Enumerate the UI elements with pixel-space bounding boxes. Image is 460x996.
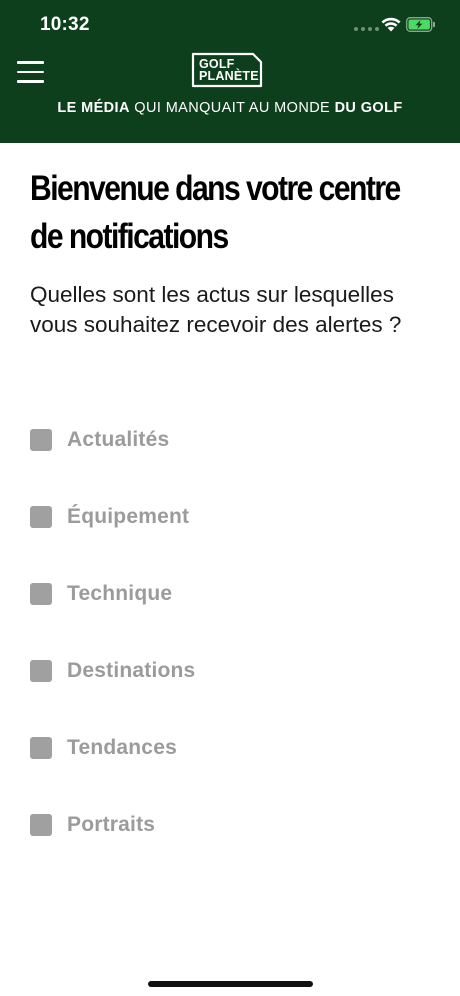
battery-charging-icon	[406, 17, 435, 32]
topic-label: Tendances	[67, 736, 177, 759]
checkbox[interactable]	[30, 583, 52, 605]
topic-item-technique[interactable]: Technique	[30, 574, 195, 614]
checkbox[interactable]	[30, 814, 52, 836]
page-title: Bienvenue dans votre centre de notificat…	[30, 169, 401, 256]
topic-item-portraits[interactable]: Portraits	[30, 805, 195, 845]
checkbox[interactable]	[30, 506, 52, 528]
wifi-icon	[381, 17, 401, 32]
status-bar: 10:32	[0, 0, 460, 48]
topic-label: Équipement	[67, 505, 190, 528]
tagline-middle: QUI MANQUAIT AU MONDE	[129, 100, 335, 116]
topic-item-equipement[interactable]: Équipement	[30, 497, 195, 537]
home-indicator	[148, 981, 313, 987]
checkbox[interactable]	[30, 660, 52, 682]
checkbox[interactable]	[30, 737, 52, 759]
topic-item-actualites[interactable]: Actualités	[30, 420, 195, 460]
golf-planete-logo[interactable]: GOLF PLANÈTE	[191, 52, 269, 88]
status-time: 10:32	[40, 14, 90, 35]
topic-label: Actualités	[67, 428, 170, 451]
topic-item-destinations[interactable]: Destinations	[30, 651, 195, 691]
topic-list: Actualités Équipement Technique Destinat…	[30, 420, 195, 882]
topic-label: Destinations	[67, 659, 196, 682]
topic-label: Technique	[67, 582, 173, 605]
logo-text-planete: PLANÈTE	[199, 69, 259, 83]
topic-item-tendances[interactable]: Tendances	[30, 728, 195, 768]
hamburger-menu-icon[interactable]	[17, 61, 44, 83]
tagline: LE MÉDIA QUI MANQUAIT AU MONDE DU GOLF	[0, 100, 460, 116]
main-content: Bienvenue dans votre centre de notificat…	[30, 143, 440, 340]
cellular-signal-icon	[354, 27, 379, 31]
tagline-bold-end: DU GOLF	[334, 100, 403, 116]
tagline-bold-start: LE MÉDIA	[57, 100, 130, 116]
app-header: GOLF PLANÈTE LE MÉDIA QUI MANQUAIT AU MO…	[0, 48, 460, 143]
topic-label: Portraits	[67, 813, 156, 836]
page-subtitle: Quelles sont les actus sur lesquelles vo…	[30, 282, 402, 337]
checkbox[interactable]	[30, 429, 52, 451]
